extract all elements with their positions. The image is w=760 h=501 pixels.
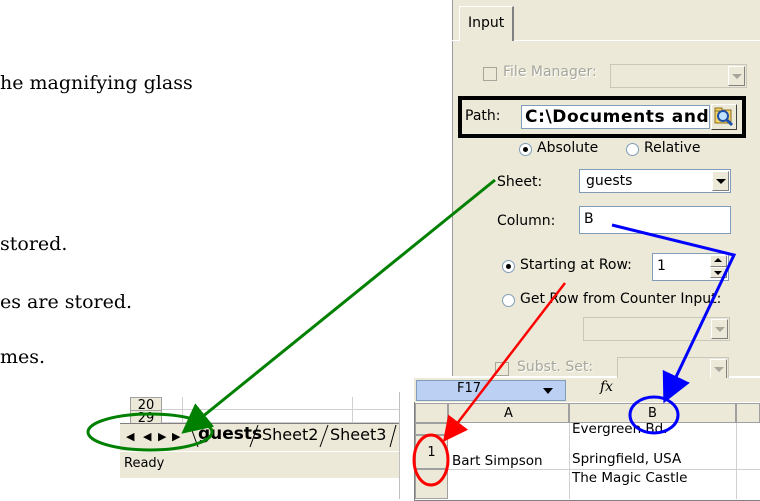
- chevron-down-icon: [732, 74, 742, 79]
- chevron-down-icon: [714, 271, 722, 275]
- column-header-a[interactable]: A: [448, 403, 569, 423]
- cell-b1-line-2[interactable]: Springfield, USA: [572, 451, 681, 467]
- stepper-down-button[interactable]: [710, 267, 727, 278]
- fx-icon: fx: [600, 379, 614, 395]
- doc-text-line-1: he magnifying glass: [0, 72, 193, 94]
- corner-cell[interactable]: [415, 403, 448, 423]
- browse-button[interactable]: [711, 104, 737, 130]
- absolute-radio[interactable]: [519, 143, 532, 156]
- doc-text-line-2: stored.: [0, 233, 68, 255]
- subst-set-label: Subst. Set:: [517, 359, 594, 375]
- sheet-select-value: guests: [586, 173, 633, 189]
- subst-set-checkbox[interactable]: [495, 362, 509, 376]
- sheet-select[interactable]: guests: [579, 169, 731, 193]
- magnifying-glass-icon: [714, 107, 734, 127]
- tab-input[interactable]: Input: [459, 6, 514, 41]
- grid-col-line: [182, 397, 183, 423]
- name-box-value: F17: [457, 381, 482, 396]
- grid-col-line: [352, 397, 353, 423]
- counter-input-dropdown-button[interactable]: [711, 319, 728, 339]
- sheet-dropdown-button[interactable]: [712, 171, 729, 191]
- column-header-c[interactable]: [736, 403, 760, 423]
- column-label: Column:: [497, 213, 556, 229]
- status-text: Ready: [124, 456, 165, 471]
- name-box[interactable]: F17: [416, 380, 566, 401]
- chevron-up-icon: [714, 258, 722, 262]
- starting-row-radio[interactable]: [502, 260, 515, 273]
- absolute-label: Absolute: [537, 140, 599, 156]
- get-row-radio[interactable]: [502, 294, 515, 307]
- path-input[interactable]: C:\Documents and: [521, 105, 710, 129]
- tab-separators: [189, 424, 397, 448]
- tab-input-label: Input: [468, 15, 505, 31]
- path-value: C:\Documents and: [525, 107, 710, 127]
- starting-row-label: Starting at Row:: [520, 257, 632, 273]
- row-header-0-left: [415, 423, 448, 435]
- chevron-down-icon: [543, 388, 553, 394]
- grid-col-line: [569, 423, 570, 499]
- starting-row-stepper[interactable]: 1: [652, 253, 729, 281]
- counter-input-select[interactable]: [583, 317, 730, 341]
- file-manager-checkbox[interactable]: [483, 67, 497, 81]
- doc-text-line-4: mes.: [0, 346, 46, 368]
- chevron-down-icon: [714, 367, 724, 372]
- starting-row-value: 1: [657, 258, 666, 274]
- grid-row-line: [162, 409, 399, 410]
- chevron-down-icon: [715, 327, 725, 332]
- stepper-up-button[interactable]: [710, 255, 727, 267]
- subst-set-dropdown-button[interactable]: [710, 359, 727, 379]
- row-header-2[interactable]: [415, 469, 448, 499]
- cell-b2[interactable]: The Magic Castle: [572, 470, 687, 486]
- sheet-label: Sheet:: [497, 174, 543, 190]
- relative-radio[interactable]: [626, 143, 639, 156]
- get-row-label: Get Row from Counter Input:: [520, 291, 722, 307]
- path-label: Path:: [465, 108, 501, 124]
- file-manager-select[interactable]: [610, 64, 747, 88]
- column-header-b[interactable]: B: [569, 403, 736, 423]
- file-manager-dropdown-button[interactable]: [728, 66, 745, 86]
- cell-b1-line-1[interactable]: Evergreen Bd.: [572, 421, 668, 437]
- row-header-1[interactable]: 1: [415, 435, 448, 469]
- relative-label: Relative: [644, 140, 701, 156]
- doc-text-line-3: es are stored.: [0, 291, 133, 313]
- column-input[interactable]: B: [579, 206, 731, 234]
- grid-col-line: [736, 423, 737, 499]
- cell-a1[interactable]: Bart Simpson: [452, 453, 543, 469]
- column-input-value: B: [584, 211, 594, 227]
- chevron-down-icon: [716, 179, 726, 184]
- file-manager-label: File Manager:: [503, 64, 597, 80]
